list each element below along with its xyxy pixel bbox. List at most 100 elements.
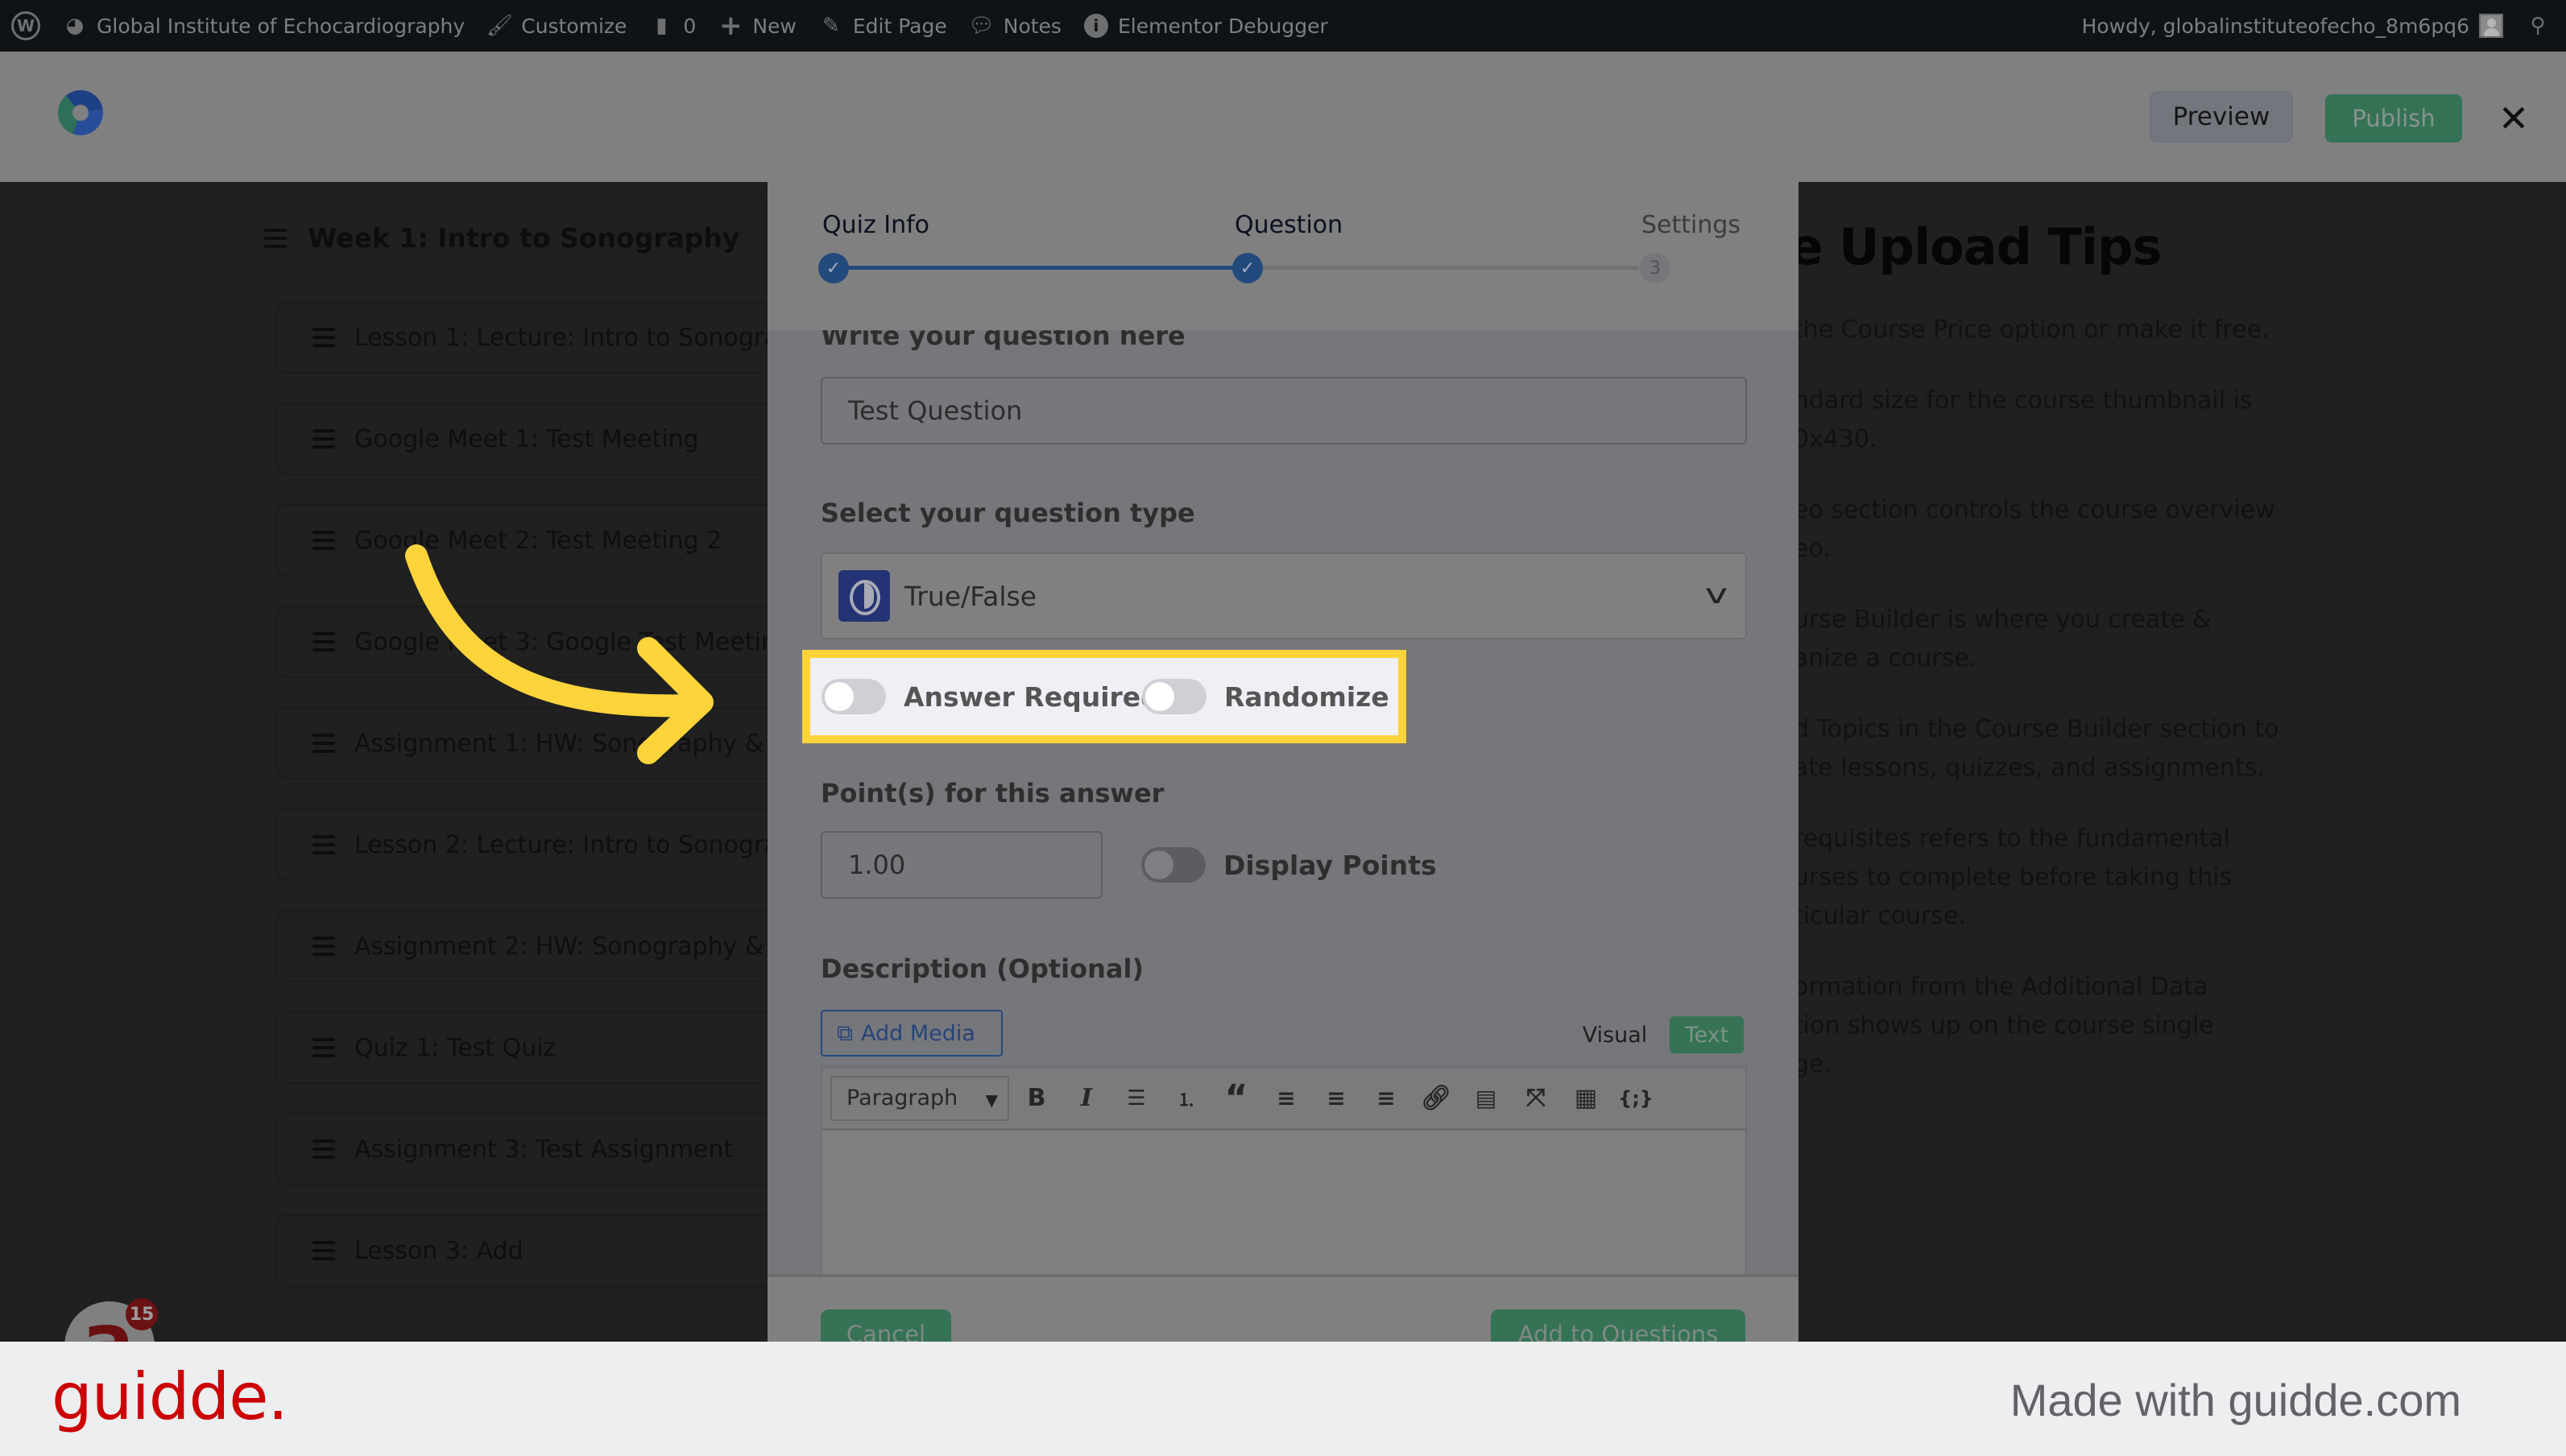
tip-paragraph: d Topics in the Course Builder section t… <box>1794 715 2279 782</box>
drag-handle-icon[interactable] <box>312 1140 335 1159</box>
question-type-value: True/False <box>904 580 1037 612</box>
add-media-button[interactable]: ⧉ Add Media <box>821 1010 1003 1057</box>
align-center-icon[interactable]: ≡ <box>1314 1076 1359 1121</box>
outline-item[interactable]: Quiz 1: Test Quiz <box>275 1011 839 1084</box>
outline-item-label: Google Meet 3: Google Test Meeting <box>354 627 793 656</box>
fullscreen-icon[interactable]: ⤧ <box>1513 1076 1558 1121</box>
new-link[interactable]: + New <box>707 0 808 52</box>
search-button[interactable]: ⚲ <box>2514 0 2566 52</box>
info-icon: i <box>1083 14 1108 38</box>
guidde-footer: guidde. Made with guidde.com <box>0 1342 2566 1456</box>
greeting: Howdy, globalinstituteofecho_8m6pq6 <box>2081 14 2469 38</box>
description-editor: Paragraph ▼ B I ☰ ⒈ “ ≡ ≡ ≡ 🔗︎ ▤ ⤧ ▦ {;} <box>821 1066 1747 1284</box>
search-icon: ⚲ <box>2530 14 2546 38</box>
question-input[interactable]: Test Question <box>821 377 1747 445</box>
answer-required-row: Answer Required <box>822 679 1160 714</box>
step-quiz-info[interactable]: Quiz Info <box>822 211 929 239</box>
step-settings[interactable]: Settings <box>1641 211 1740 239</box>
avatar <box>2479 14 2503 38</box>
shortcode-icon[interactable]: {;} <box>1613 1076 1658 1121</box>
topic-title: Week 1: Intro to Sonography <box>308 222 740 254</box>
align-right-icon[interactable]: ≡ <box>1364 1076 1409 1121</box>
notification-count-badge: 15 <box>126 1298 158 1330</box>
notes-link[interactable]: 💬︎ Notes <box>958 0 1073 52</box>
tab-visual[interactable]: Visual <box>1575 1016 1655 1053</box>
guidde-logo: guidde. <box>52 1359 288 1434</box>
outline-item-label: Lesson 2: Lecture: Intro to Sonography <box>354 830 824 859</box>
outline-item[interactable]: Google Meet 2: Test Meeting 2 <box>275 504 839 577</box>
randomize-toggle[interactable] <box>1142 679 1206 714</box>
tip-paragraph: ndard size for the course thumbnail is 0… <box>1794 387 2253 453</box>
step-number-3: 3 <box>1640 253 1670 283</box>
outline-item[interactable]: Assignment 2: HW: Sonography & Echo <box>275 910 839 982</box>
publish-button[interactable]: Publish <box>2325 94 2462 143</box>
drag-handle-icon[interactable] <box>264 228 287 248</box>
outline-item[interactable]: Lesson 1: Lecture: Intro to Sonography <box>275 301 839 374</box>
outline-item[interactable]: Assignment 3: Test Assignment <box>275 1113 839 1185</box>
site-name: Global Institute of Echocardiography <box>97 14 466 38</box>
comment-icon: ▮ <box>656 14 668 38</box>
drag-handle-icon[interactable] <box>312 1241 335 1260</box>
read-more-icon[interactable]: ▤ <box>1463 1076 1509 1121</box>
drag-handle-icon[interactable] <box>312 937 335 956</box>
elementor-debugger-link[interactable]: i Elementor Debugger <box>1073 0 1339 52</box>
randomize-row: Randomize <box>1142 679 1389 714</box>
outline-item-label: Lesson 1: Lecture: Intro to Sonography <box>354 323 824 352</box>
caret-down-icon: ▼ <box>985 1090 998 1110</box>
link-icon[interactable]: 🔗︎ <box>1413 1076 1459 1121</box>
bold-icon[interactable]: B <box>1014 1076 1059 1121</box>
customize-link[interactable]: 🖌︎ Customize <box>476 0 638 52</box>
my-account-link[interactable]: Howdy, globalinstituteofecho_8m6pq6 <box>2071 0 2514 52</box>
italic-icon[interactable]: I <box>1064 1076 1109 1121</box>
site-name-link[interactable]: ◕ Global Institute of Echocardiography <box>52 0 476 52</box>
drag-handle-icon[interactable] <box>312 531 335 550</box>
points-input[interactable]: 1.00 <box>821 831 1103 899</box>
drag-handle-icon[interactable] <box>312 835 335 854</box>
question-type-select[interactable]: True/False v <box>821 552 1747 639</box>
highlighted-toggle-row: Answer Required Randomize <box>802 650 1406 743</box>
outline-item-label: Google Meet 1: Test Meeting <box>354 424 699 453</box>
blockquote-icon[interactable]: “ <box>1214 1076 1259 1121</box>
wordpress-logo-button[interactable]: W <box>0 0 52 52</box>
drag-handle-icon[interactable] <box>312 632 335 651</box>
site-logo <box>58 90 103 135</box>
outline-item-label: Lesson 3: Add <box>354 1236 524 1265</box>
numbered-list-icon[interactable]: ⒈ <box>1164 1076 1209 1121</box>
pencil-icon: ✎ <box>822 14 840 38</box>
toolbar-toggle-icon[interactable]: ▦ <box>1563 1076 1608 1121</box>
preview-button[interactable]: Preview <box>2150 91 2293 143</box>
outline-item[interactable]: Assignment 1: HW: Sonography & Echo <box>275 707 839 780</box>
check-icon: ✓ <box>1232 253 1263 283</box>
made-with-text: Made with guidde.com <box>2009 1375 2461 1425</box>
wordpress-icon: W <box>11 11 40 40</box>
bulleted-list-icon[interactable]: ☰ <box>1114 1076 1159 1121</box>
edit-page-label: Edit Page <box>852 14 947 38</box>
speech-bubble-icon: 💬︎ <box>968 14 995 38</box>
add-to-questions-button[interactable]: Add to Questions <box>1491 1309 1745 1342</box>
true-false-icon <box>838 570 890 622</box>
outline-item[interactable]: Lesson 2: Lecture: Intro to Sonography <box>275 809 839 881</box>
drag-handle-icon[interactable] <box>312 734 335 753</box>
tab-text[interactable]: Text <box>1670 1016 1744 1053</box>
media-icon: ⧉ <box>837 1020 853 1046</box>
format-value: Paragraph <box>846 1086 958 1111</box>
close-icon[interactable]: ✕ <box>2495 98 2532 139</box>
outline-item[interactable]: Google Meet 1: Test Meeting <box>275 403 839 475</box>
display-points-toggle-row: Display Points <box>1141 847 1437 883</box>
comments-link[interactable]: ▮ 0 <box>638 0 707 52</box>
topic-header[interactable]: Week 1: Intro to Sonography <box>264 222 739 254</box>
cancel-button[interactable]: Cancel <box>821 1309 951 1342</box>
display-points-toggle[interactable] <box>1141 847 1206 883</box>
drag-handle-icon[interactable] <box>312 1038 335 1057</box>
align-left-icon[interactable]: ≡ <box>1264 1076 1309 1121</box>
drag-handle-icon[interactable] <box>312 429 335 449</box>
quiz-question-modal: Quiz Info Question Settings ✓ ✓ 3 Write … <box>768 182 1798 1342</box>
stepper: Quiz Info Question Settings ✓ ✓ 3 <box>768 182 1798 330</box>
answer-required-toggle[interactable] <box>822 679 886 714</box>
step-question[interactable]: Question <box>1235 211 1343 239</box>
drag-handle-icon[interactable] <box>312 328 335 347</box>
edit-page-link[interactable]: ✎ Edit Page <box>808 0 958 52</box>
outline-item[interactable]: Google Meet 3: Google Test Meeting <box>275 606 839 678</box>
outline-item[interactable]: Lesson 3: Add <box>275 1214 839 1287</box>
format-select[interactable]: Paragraph ▼ <box>830 1075 1009 1121</box>
